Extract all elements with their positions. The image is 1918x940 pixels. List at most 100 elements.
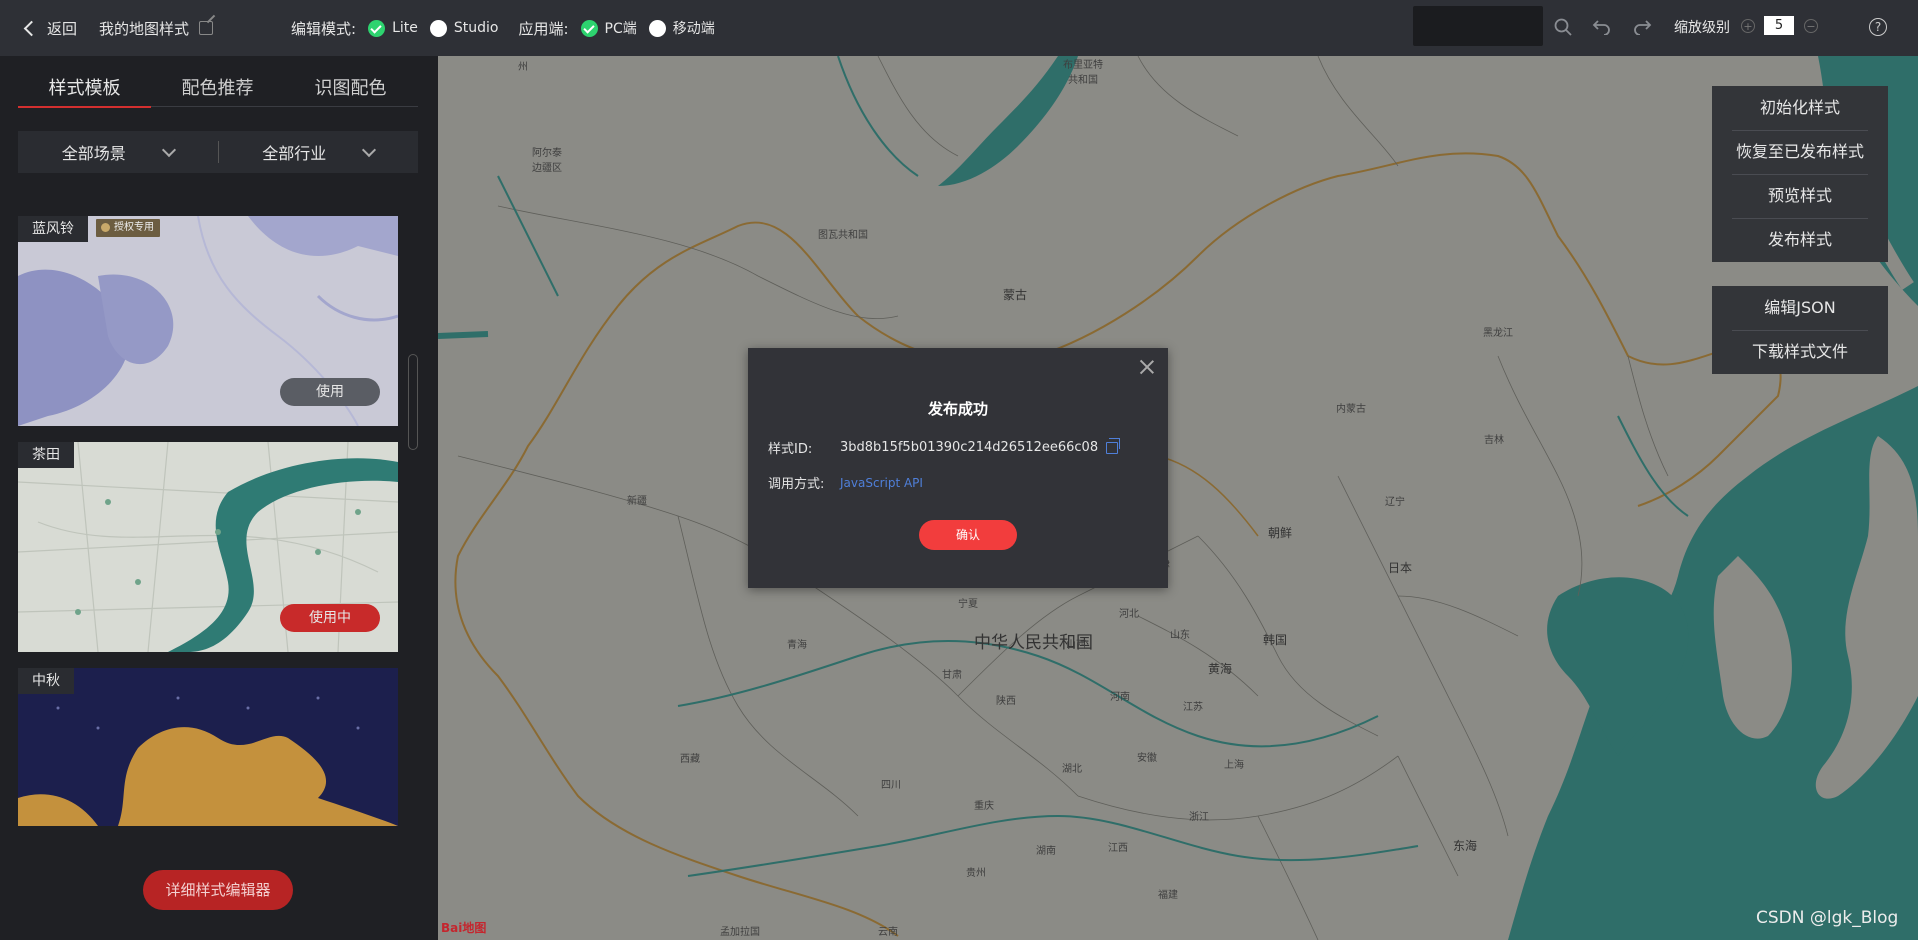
style-actions-panel: 初始化样式 恢复至已发布样式 预览样式 发布样式 [1712,86,1888,262]
edit-mode-lite-label: Lite [392,20,418,36]
map-label-jiangsu: 江苏 [1183,702,1203,713]
detailed-style-editor-button[interactable]: 详细样式编辑器 [143,870,293,910]
map-label-heilongjiang: 黑龙江 [1483,328,1513,339]
map-label-sichuan: 四川 [881,780,901,791]
style-id-row: 样式ID: 3bd8b15f5b01390c214d26512ee66c08 [768,437,1121,457]
map-label-japan: 日本 [1388,561,1413,575]
map-label-tuva: 图瓦共和国 [818,230,868,241]
javascript-api-link[interactable]: JavaScript API [840,476,923,490]
sidebar-scrollbar[interactable] [408,354,418,450]
map-label-henan: 河南 [1110,692,1130,703]
edit-mode-studio-radio[interactable]: Studio [429,19,499,37]
zoom-out-icon[interactable]: − [1804,19,1818,33]
map-label-shandong: 山东 [1170,630,1190,641]
dialog-title: 发布成功 [927,400,988,418]
template-card-zhongqiu[interactable]: 中秋 [18,668,398,826]
style-sidebar: 样式模板 配色推荐 识图配色 全部场景 全部行业 蓝风铃 授权专用 使用 茶田 … [0,56,438,940]
zoom-in-icon[interactable]: + [1741,19,1755,33]
in-use-button[interactable]: 使用中 [280,604,380,632]
search-input[interactable] [1413,6,1543,46]
edit-json-button[interactable]: 编辑JSON [1712,286,1888,330]
confirm-button[interactable]: 确认 [919,520,1017,550]
publish-style-button[interactable]: 发布样式 [1712,218,1888,262]
edit-mode-label: 编辑模式: [291,19,357,38]
map-label-gansu: 甘肃 [942,670,962,681]
map-label-xinjiang: 新疆 [627,496,647,507]
map-label-liaoning: 辽宁 [1385,497,1405,508]
authorized-badge: 授权专用 [96,219,160,237]
map-label-shanghai: 上海 [1224,760,1244,771]
chevron-left-icon [23,20,40,36]
tab-style-templates[interactable]: 样式模板 [18,74,151,108]
tab-image-color[interactable]: 识图配色 [284,74,417,106]
close-icon[interactable] [1138,358,1156,376]
map-label-inner-mongolia: 内蒙古 [1336,404,1366,415]
help-icon[interactable]: ? [1869,18,1887,36]
map-label-fujian: 福建 [1158,890,1178,901]
industry-filter-label: 全部行业 [262,144,327,163]
search-icon[interactable] [1552,16,1574,38]
preview-style-button[interactable]: 预览样式 [1712,174,1888,218]
use-template-button[interactable]: 使用 [280,378,380,406]
init-style-button[interactable]: 初始化样式 [1712,86,1888,130]
map-label-buryat: 布里亚特 共和国 [1063,60,1103,86]
map-label-mongolia: 蒙古 [1003,288,1028,302]
chevron-down-icon [161,142,176,157]
radio-unchecked-icon [648,19,666,37]
platform-mobile-label: 移动端 [672,21,715,37]
radio-checked-icon [368,19,386,37]
map-label-korea-north: 朝鲜 [1268,526,1293,540]
map-label-hubei: 湖北 [1062,764,1082,775]
map-canvas[interactable]: 布里亚特 共和国 阿尔泰 边疆区 图瓦共和国 州 蒙古 内蒙古 黑龙江 吉林 辽… [438,56,1918,940]
template-card-lanfengling[interactable]: 蓝风铃 授权专用 使用 [18,216,398,426]
map-label-zhejiang: 浙江 [1189,812,1209,823]
edit-mode-lite-radio[interactable]: Lite [368,19,418,37]
map-label-qinghai: 青海 [787,640,807,651]
map-label-jilin: 吉林 [1484,435,1504,446]
card-label: 蓝风铃 [18,216,88,242]
map-label-yunnan: 云南 [878,927,898,938]
csdn-watermark: CSDN @lgk_Blog [1756,908,1899,928]
map-label-hebei: 河北 [1119,609,1139,620]
tab-color-recommend[interactable]: 配色推荐 [151,74,284,106]
top-toolbar: 返回 我的地图样式 编辑模式: Lite Studio 应用端: PC端 移动端… [0,0,1918,56]
map-graphic [438,56,1918,940]
industry-filter-dropdown[interactable]: 全部行业 [219,140,419,164]
restore-published-button[interactable]: 恢复至已发布样式 [1712,130,1888,174]
card-label: 茶田 [18,442,74,468]
filter-bar: 全部场景 全部行业 [18,131,418,173]
style-id-label: 样式ID: [768,442,813,457]
platform-mobile-radio[interactable]: 移动端 [648,18,715,38]
platform-pc-radio[interactable]: PC端 [580,18,637,38]
map-label-chongqing: 重庆 [974,801,994,812]
copy-icon[interactable] [1106,437,1121,454]
chevron-down-icon [362,142,377,157]
sidebar-tabs: 样式模板 配色推荐 识图配色 [18,74,418,108]
back-button[interactable]: 返回 [23,18,77,39]
edit-icon[interactable] [199,21,214,35]
radio-unchecked-icon [429,19,447,37]
template-preview-image [18,668,398,826]
edit-mode-studio-label: Studio [453,20,499,36]
map-label-xizang: 西藏 [680,754,700,765]
undo-icon[interactable] [1591,16,1613,38]
download-style-button[interactable]: 下载样式文件 [1712,330,1888,374]
call-method-row: 调用方式: JavaScript API [768,473,923,493]
radio-checked-icon [580,19,598,37]
map-label-guizhou: 贵州 [966,868,986,879]
map-label-hunan: 湖南 [1036,846,1056,857]
scene-filter-label: 全部场景 [61,144,126,163]
map-label-shaanxi: 陕西 [996,696,1016,707]
map-label-ningxia: 宁夏 [958,599,978,610]
map-label-anhui: 安徽 [1137,753,1157,764]
publish-success-dialog: 发布成功 样式ID: 3bd8b15f5b01390c214d26512ee66… [748,348,1168,588]
platform-label: 应用端: [518,19,569,38]
style-title: 我的地图样式 [99,19,190,38]
zoom-level-label: 缩放级别 [1674,20,1730,36]
scene-filter-dropdown[interactable]: 全部场景 [18,140,218,164]
redo-icon[interactable] [1631,16,1653,38]
zoom-level-input[interactable]: 5 [1764,16,1794,35]
map-label-east-sea: 东海 [1453,839,1478,853]
template-card-chatian[interactable]: 茶田 使用中 [18,442,398,652]
baidu-logo: Bai地图 [441,921,487,935]
